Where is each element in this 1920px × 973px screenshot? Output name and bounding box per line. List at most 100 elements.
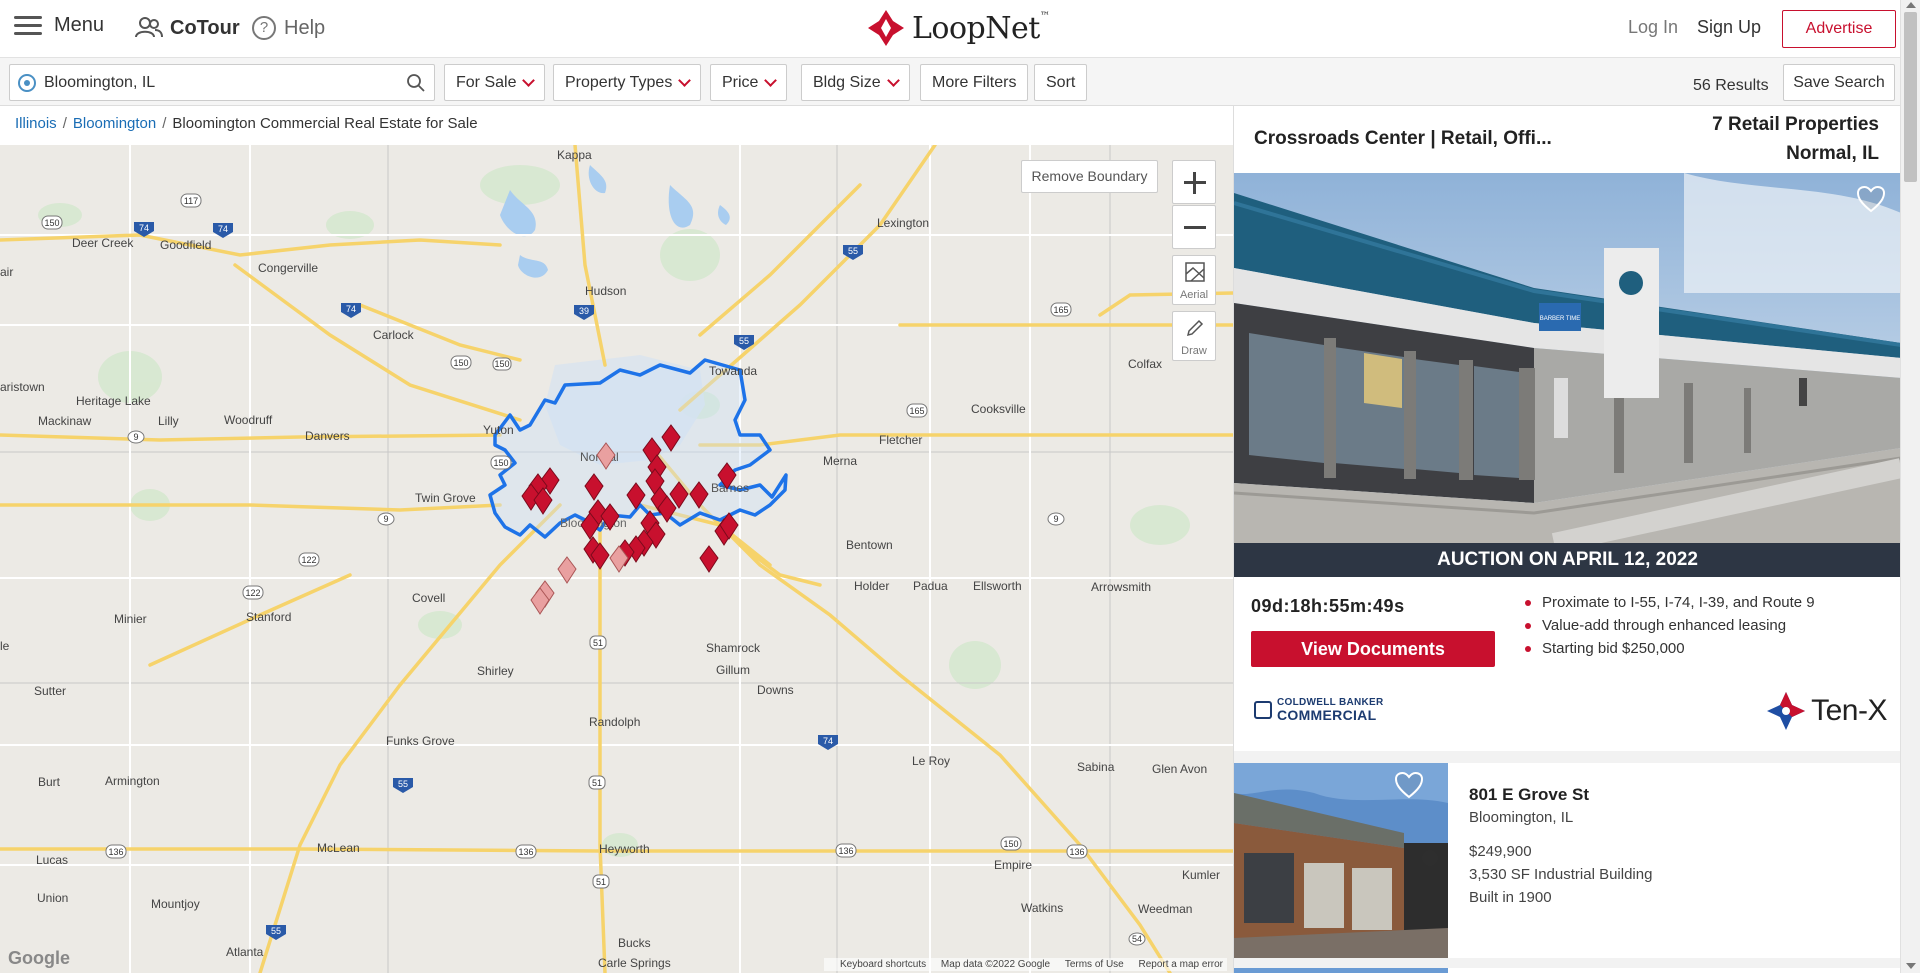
logo-text: LoopNet [912, 10, 1040, 46]
price-dropdown[interactable]: Price [710, 64, 788, 101]
aerial-icon [1185, 262, 1205, 282]
property-marker [717, 462, 737, 490]
people-icon [135, 17, 163, 38]
highlight-item: Value-add through enhanced leasing [1524, 617, 1815, 634]
plus-icon-vertical [1193, 172, 1196, 194]
breadcrumb-separator: / [162, 115, 167, 132]
favorite-heart-icon[interactable] [1394, 771, 1424, 799]
listing-card[interactable]: 801 E Grove St Bloomington, IL $249,900 … [1234, 763, 1900, 958]
draw-label: Draw [1181, 345, 1207, 357]
top-header: Menu CoTour ? Help LoopNet™ Log In Sign … [0, 0, 1900, 58]
listing-size: 3,530 SF Industrial Building [1469, 866, 1653, 883]
featured-location: Normal, IL [1786, 143, 1879, 164]
listing-address[interactable]: 801 E Grove St [1469, 785, 1589, 805]
map-view[interactable]: 117 74 150 74 55 39 55 74 150 165 165 9 … [0, 145, 1233, 973]
chevron-down-icon [886, 73, 900, 87]
price-label: Price [722, 73, 759, 91]
property-marker [596, 442, 616, 470]
report-error-link[interactable]: Report a map error [1139, 959, 1223, 970]
for-sale-dropdown[interactable]: For Sale [444, 64, 546, 101]
signup-link[interactable]: Sign Up [1697, 17, 1761, 38]
google-logo: Google [8, 948, 70, 968]
pencil-icon [1186, 319, 1204, 337]
search-box[interactable] [9, 64, 435, 101]
advertise-button[interactable]: Advertise [1782, 10, 1896, 48]
breadcrumb-bloomington[interactable]: Bloomington [73, 115, 156, 132]
listing-photo-partial [1234, 968, 1448, 973]
featured-title[interactable]: Crossroads Center | Retail, Offi... [1254, 128, 1552, 150]
chevron-down-icon [522, 73, 536, 87]
aerial-toggle[interactable]: Aerial [1172, 255, 1216, 305]
page-scrollbar[interactable] [1900, 0, 1920, 973]
broker-name-line2: COMMERCIAL [1277, 707, 1377, 723]
coldwell-banker-logo: COLDWELL BANKER COMMERCIAL [1254, 698, 1384, 722]
results-count: 56 Results [1693, 77, 1769, 94]
more-filters-button[interactable]: More Filters [920, 64, 1029, 101]
help-button[interactable]: ? Help [252, 16, 325, 40]
loopnet-logo[interactable]: LoopNet™ [866, 8, 1050, 48]
scrollbar-thumb[interactable] [1904, 12, 1917, 182]
favorite-heart-icon[interactable] [1856, 185, 1886, 213]
property-marker [626, 482, 646, 510]
property-markers [521, 424, 739, 615]
featured-photo[interactable]: BARBER TIME [1234, 173, 1900, 543]
ten-x-logo: Ten-X [1765, 690, 1887, 732]
search-icon[interactable] [406, 73, 426, 93]
filter-bar: For Sale Property Types Price Bldg Size … [0, 58, 1900, 106]
login-link[interactable]: Log In [1628, 17, 1678, 38]
search-input[interactable] [44, 73, 406, 92]
listing-photo[interactable] [1234, 763, 1448, 958]
featured-listing[interactable]: Crossroads Center | Retail, Offi... 7 Re… [1234, 106, 1900, 751]
draw-toggle[interactable]: Draw [1172, 311, 1216, 361]
sort-label: Sort [1046, 73, 1076, 91]
featured-highlights: Proximate to I-55, I-74, I-39, and Route… [1524, 594, 1815, 663]
listing-price: $249,900 [1469, 843, 1532, 860]
property-marker [699, 545, 719, 573]
highlight-item: Proximate to I-55, I-74, I-39, and Route… [1524, 594, 1815, 611]
breadcrumb-separator: / [62, 115, 67, 132]
minus-icon [1184, 226, 1206, 229]
question-icon: ? [252, 16, 276, 40]
menu-button[interactable]: Menu [14, 14, 104, 37]
keyboard-shortcuts-link[interactable]: Keyboard shortcuts [840, 959, 926, 970]
map-data-text: Map data ©2022 Google [940, 959, 1051, 970]
bldg-size-label: Bldg Size [813, 73, 881, 91]
breadcrumb: Illinois / Bloomington / Bloomington Commerc… [15, 115, 478, 132]
listing-card-partial[interactable] [1234, 968, 1900, 973]
location-icon [18, 73, 36, 92]
ten-x-star-icon [1767, 692, 1806, 730]
loopnet-logo-icon [868, 10, 904, 46]
featured-property-count: 7 Retail Properties [1712, 114, 1879, 135]
zoom-in-button[interactable] [1172, 160, 1216, 204]
logo-trademark: ™ [1039, 10, 1050, 22]
cotour-button[interactable]: CoTour [134, 16, 240, 40]
help-label: Help [284, 16, 326, 39]
chevron-down-icon [678, 73, 692, 87]
view-documents-button[interactable]: View Documents [1251, 631, 1495, 667]
breadcrumb-illinois[interactable]: Illinois [15, 115, 57, 132]
storefront-sign-text: BARBER TIME [1540, 316, 1581, 322]
listing-built: Built in 1900 [1469, 889, 1552, 906]
scroll-down-arrow-icon[interactable] [1906, 963, 1916, 969]
bldg-size-dropdown[interactable]: Bldg Size [801, 64, 910, 101]
for-sale-label: For Sale [456, 73, 517, 91]
sort-button[interactable]: Sort [1034, 64, 1088, 101]
scroll-up-arrow-icon[interactable] [1906, 2, 1916, 8]
hamburger-icon [14, 15, 42, 37]
ten-x-wordmark: Ten-X [1811, 694, 1887, 727]
more-filters-label: More Filters [932, 73, 1017, 91]
property-marker [689, 481, 709, 509]
auction-banner: AUCTION ON APRIL 12, 2022 [1234, 543, 1900, 577]
highlight-item: Starting bid $250,000 [1524, 640, 1815, 657]
terms-link[interactable]: Terms of Use [1065, 959, 1124, 970]
chevron-down-icon [764, 73, 778, 87]
zoom-out-button[interactable] [1172, 205, 1216, 249]
remove-boundary-button[interactable]: Remove Boundary [1021, 160, 1158, 193]
save-search-button[interactable]: Save Search [1783, 64, 1895, 101]
property-marker [584, 473, 604, 501]
property-types-dropdown[interactable]: Property Types [553, 64, 702, 101]
property-marker [557, 556, 577, 584]
auction-countdown: 09d:18h:55m:49s [1251, 596, 1405, 616]
aerial-label: Aerial [1179, 289, 1209, 301]
property-types-label: Property Types [565, 73, 673, 91]
